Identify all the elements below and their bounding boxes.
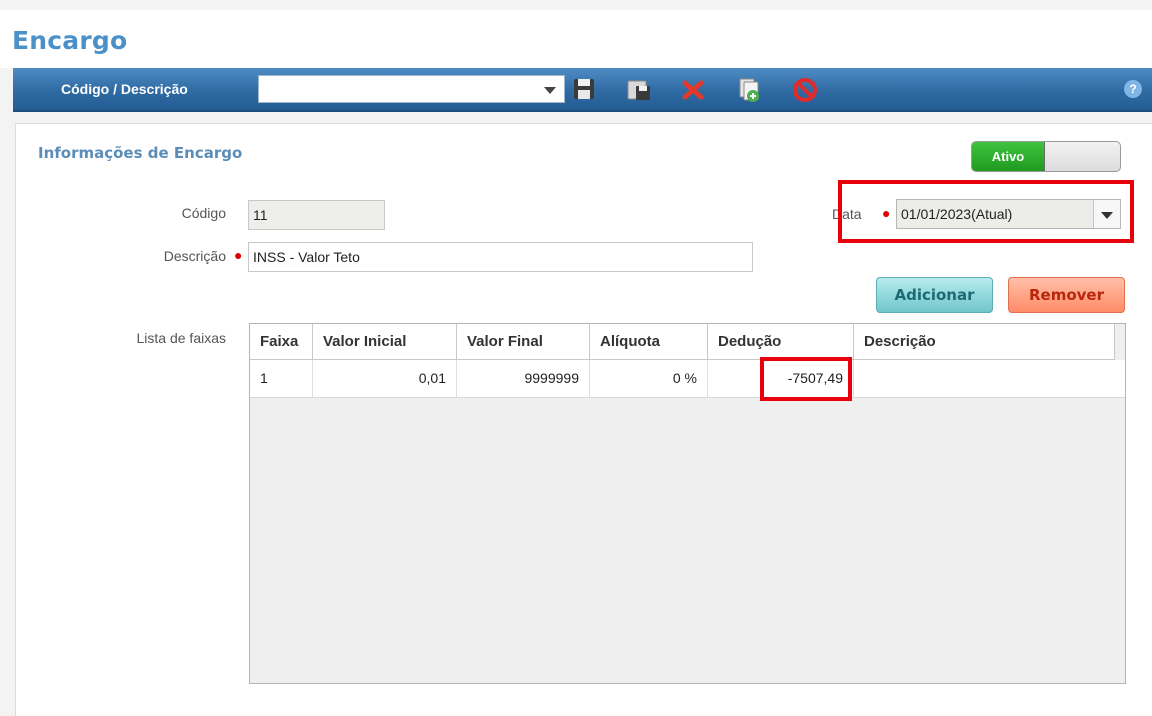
column-header-descricao[interactable]: Descrição <box>854 324 1115 359</box>
save-icon[interactable] <box>571 76 599 104</box>
column-header-deducao[interactable]: Dedução <box>708 324 854 359</box>
codigo-descricao-label: Código / Descrição <box>61 81 188 97</box>
descricao-label: Descrição <box>163 248 226 264</box>
info-panel: Informações de Encargo Ativo Código 11 D… <box>15 123 1152 716</box>
chevron-down-icon[interactable] <box>544 87 556 94</box>
descricao-field[interactable]: INSS - Valor Teto <box>248 242 753 272</box>
delete-icon[interactable] <box>680 76 708 104</box>
highlight-box-deducao <box>760 357 852 401</box>
save-as-icon[interactable] <box>625 76 653 104</box>
section-title: Informações de Encargo <box>38 144 243 162</box>
codigo-field[interactable]: 11 <box>248 200 385 230</box>
status-toggle[interactable]: Ativo <box>971 141 1121 172</box>
column-header-valor-final[interactable]: Valor Final <box>457 324 590 359</box>
cell-valor-final: 9999999 <box>457 360 590 397</box>
column-header-valor-inicial[interactable]: Valor Inicial <box>313 324 457 359</box>
remover-button[interactable]: Remover <box>1008 277 1125 313</box>
table-header: Faixa Valor Inicial Valor Final Alíquota… <box>250 324 1115 360</box>
cell-descricao <box>854 360 1125 397</box>
help-icon[interactable]: ? <box>1124 80 1142 98</box>
column-header-aliquota[interactable]: Alíquota <box>590 324 708 359</box>
column-header-faixa[interactable]: Faixa <box>250 324 313 359</box>
status-toggle-on: Ativo <box>972 142 1045 171</box>
codigo-label: Código <box>181 205 226 221</box>
toolbar: Código / Descrição ? <box>13 68 1152 112</box>
cell-aliquota: 0 % <box>590 360 708 397</box>
required-marker: ● <box>234 247 243 263</box>
page-title: Encargo <box>12 26 128 55</box>
codigo-descricao-combo[interactable] <box>258 75 565 103</box>
table-row[interactable]: 1 0,01 9999999 0 % -7507,49 <box>250 360 1125 398</box>
page-header: Encargo <box>0 10 1152 68</box>
cell-valor-inicial: 0,01 <box>313 360 457 397</box>
lista-faixas-label: Lista de faixas <box>136 330 227 346</box>
highlight-box-data <box>838 180 1134 243</box>
faixas-table: Faixa Valor Inicial Valor Final Alíquota… <box>249 323 1126 684</box>
cell-faixa: 1 <box>250 360 313 397</box>
adicionar-button[interactable]: Adicionar <box>876 277 993 313</box>
cancel-icon[interactable] <box>792 76 820 104</box>
top-strip <box>0 0 1152 10</box>
copy-icon[interactable] <box>736 76 764 104</box>
